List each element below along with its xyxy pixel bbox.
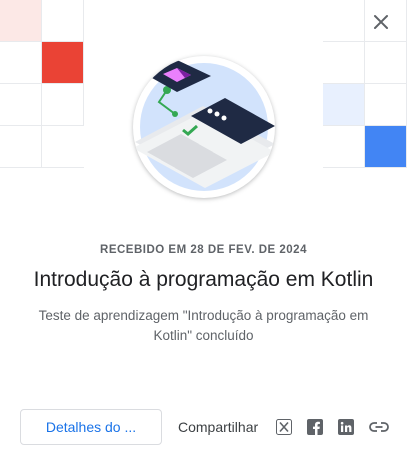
badge-description: Teste de aprendizagem "Introdução à prog… xyxy=(38,308,369,343)
share-x-button[interactable] xyxy=(275,418,293,436)
decorative-grid-left xyxy=(0,0,84,168)
link-icon xyxy=(369,422,389,432)
close-icon xyxy=(374,15,388,29)
received-date: RECEBIDO EM 28 DE FEV. DE 2024 xyxy=(100,244,307,256)
share-linkedin-button[interactable] xyxy=(337,418,355,436)
badge-dialog: RECEBIDO EM 28 DE FEV. DE 2024 Introduçã… xyxy=(0,0,407,461)
badge-title: Introdução à programação em Kotlin xyxy=(33,268,374,291)
details-button[interactable]: Detalhes do ... xyxy=(20,409,162,445)
badge-image xyxy=(133,56,275,198)
linkedin-icon xyxy=(338,419,354,435)
share-facebook-button[interactable] xyxy=(306,418,324,436)
share-label: Compartilhar xyxy=(178,419,259,435)
copy-link-button[interactable] xyxy=(368,418,390,436)
close-button[interactable] xyxy=(369,10,393,34)
x-twitter-icon xyxy=(276,419,292,435)
decorative-grid-right xyxy=(323,0,407,168)
facebook-icon xyxy=(307,419,323,435)
